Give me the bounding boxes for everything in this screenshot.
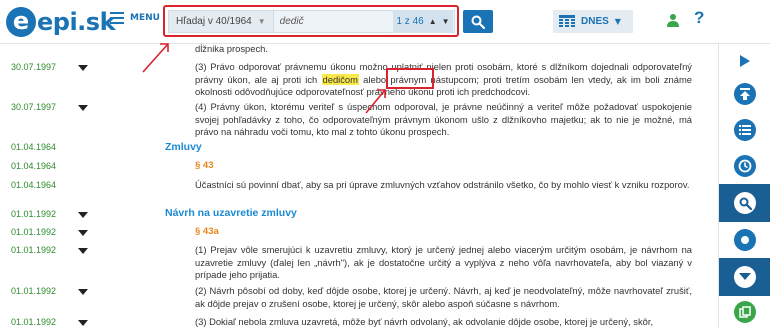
list-icon: [734, 119, 756, 141]
hamburger-icon: [110, 12, 124, 24]
expand-triangle-icon[interactable]: [78, 248, 88, 254]
paragraph-text: (3) Dokiaľ nebola zmluva uzavretá, môže …: [195, 316, 654, 327]
validity-date: 01.04.1964: [11, 161, 57, 171]
validity-date: 01.01.1992: [11, 286, 57, 296]
menu-label: MENU: [130, 13, 160, 23]
validity-date: 01.01.1992: [11, 209, 57, 219]
highlight-annotation-box: [386, 68, 434, 89]
logo-mark: e: [6, 7, 36, 37]
user-icon[interactable]: [667, 12, 679, 31]
logo-text: epi.sk: [37, 8, 116, 36]
date-version-label: DNES: [581, 16, 609, 27]
search-panel-button[interactable]: [719, 184, 770, 222]
search-button[interactable]: [463, 10, 493, 33]
scroll-down-button[interactable]: [719, 258, 770, 296]
epi-logo[interactable]: e epi.sk: [6, 4, 116, 40]
paragraph-number: § 43: [195, 160, 214, 171]
expand-triangle-icon[interactable]: [78, 289, 88, 295]
chevron-down-icon: [734, 266, 756, 288]
expand-triangle-icon[interactable]: [78, 230, 88, 236]
table-of-contents-button[interactable]: [719, 112, 770, 148]
validity-date: 01.01.1992: [11, 317, 57, 327]
search-result-counter: 1 z 46: [396, 16, 424, 27]
menu-button[interactable]: MENU: [110, 12, 160, 24]
law-text-content: dĺžnika prospech. 30.07.1997 (3) Právo o…: [0, 44, 718, 328]
paragraph-number: § 43a: [195, 226, 219, 237]
section-heading[interactable]: Návrh na uzavretie zmluvy: [165, 207, 297, 219]
dot-icon: [734, 229, 756, 251]
previous-result-arrow-icon[interactable]: ▲: [429, 17, 437, 26]
section-heading[interactable]: Zmluvy: [165, 141, 202, 153]
search-icon: [471, 15, 485, 29]
arrow-up-to-top-icon: [734, 83, 756, 105]
expand-triangle-icon[interactable]: [78, 105, 88, 111]
paragraph-text: (2) Návrh pôsobí od doby, keď dôjde osob…: [195, 285, 692, 309]
history-button[interactable]: [719, 148, 770, 184]
paragraph-text: dĺžnika prospech.: [195, 44, 268, 54]
validity-date: 01.04.1964: [11, 142, 57, 152]
clock-icon: [734, 155, 756, 177]
calendar-grid-icon: [559, 14, 575, 27]
paragraph-text: (1) Prejav vôle smerujúci k uzavretiu zm…: [195, 244, 692, 281]
copy-icon: [734, 301, 756, 323]
validity-date: 30.07.1997: [11, 62, 57, 72]
record-button[interactable]: [719, 222, 770, 258]
validity-date: 30.07.1997: [11, 102, 57, 112]
chevron-down-icon: ▼: [614, 17, 621, 26]
expand-triangle-icon[interactable]: [78, 65, 88, 71]
scroll-top-button[interactable]: [719, 76, 770, 112]
validity-date: 01.01.1992: [11, 245, 57, 255]
next-result-arrow-icon[interactable]: ▼: [442, 17, 450, 26]
date-version-select[interactable]: DNES ▼: [553, 10, 633, 33]
side-toolbar: [718, 44, 770, 328]
search-result-navigator: 1 z 46 ▲ ▼: [393, 10, 453, 33]
paragraph-text: (3) Právo odporovať právnemu úkonu možno…: [195, 61, 692, 99]
paragraph-text: (4) Právny úkon, ktorému veriteľ s úspec…: [195, 101, 692, 138]
search-scope-label: Hľadaj v 40/1964: [176, 16, 252, 27]
expand-triangle-icon[interactable]: [78, 320, 88, 326]
copy-button[interactable]: [719, 294, 770, 328]
expand-panel-button[interactable]: [719, 46, 770, 76]
help-icon[interactable]: ?: [694, 8, 704, 28]
search-icon: [734, 192, 756, 214]
play-right-icon: [740, 55, 750, 67]
expand-triangle-icon[interactable]: [78, 212, 88, 218]
search-hit-highlight: dedičom: [321, 73, 359, 85]
validity-date: 01.01.1992: [11, 227, 57, 237]
paragraph-text: Účastníci sú povinní dbať, aby sa pri úp…: [195, 179, 690, 190]
validity-date: 01.04.1964: [11, 180, 57, 190]
chevron-down-icon: ▼: [257, 17, 266, 26]
search-scope-select[interactable]: Hľadaj v 40/1964 ▼: [169, 11, 274, 32]
